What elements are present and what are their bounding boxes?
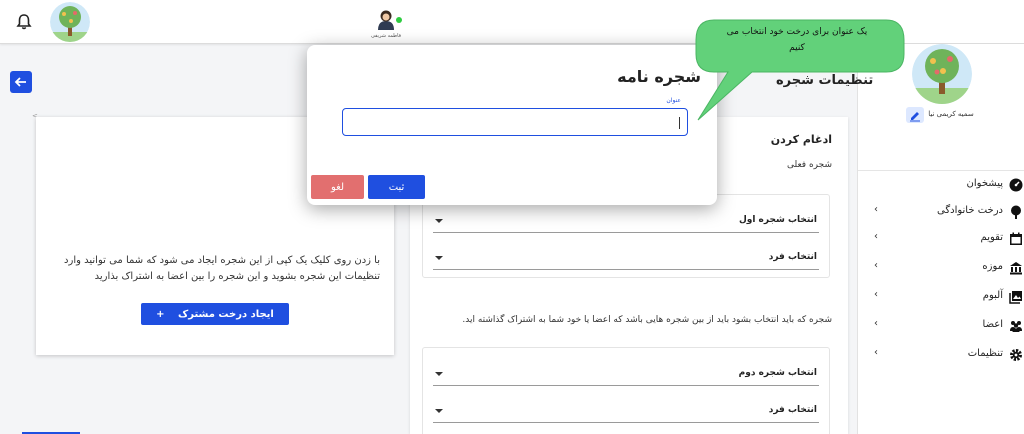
back-button[interactable] [10,71,32,93]
person-select-2[interactable]: انتخاب فرد [433,401,819,423]
chevron-right-icon: › [874,318,878,329]
second-tree-box: انتخاب شجره دوم انتخاب فرد [422,347,830,434]
current-tree-label: شجره فعلی [786,160,832,170]
hint-text: یک عنوان برای درخت خود انتخاب می کنیم [726,27,868,53]
museum-icon [1009,260,1023,275]
sidebar-item-settings[interactable]: تنظیمات › [858,344,1024,366]
person-select-1[interactable]: انتخاب فرد [433,248,819,270]
hint-bubble: یک عنوان برای درخت خود انتخاب می کنیم [690,14,908,124]
online-status-dot [396,17,402,23]
title-input[interactable] [342,108,688,136]
dashboard-icon [1009,177,1023,192]
sidebar-item-label: درخت خانوادگی [937,205,1003,216]
cancel-button[interactable]: لغو [311,175,364,199]
gear-icon [1009,347,1023,361]
title-field-label: عنوان [666,97,681,104]
family-tree-dialog: شجره نامه عنوان ثبت لغو [307,45,717,205]
shared-tree-description: با زدن روی کلیک یک کپی از این شجره ایجاد… [64,255,380,282]
sidebar-item-label: موزه [982,261,1003,272]
chevron-right-icon: › [874,260,878,271]
chevron-right-icon: › [874,204,878,215]
text-cursor [679,117,680,129]
chevron-right-icon: › [874,231,878,242]
sidebar-item-label: آلبوم [982,290,1003,301]
calendar-icon [1009,231,1023,245]
sidebar-divider [858,170,1024,171]
sidebar-item-dashboard[interactable]: پیشخوان [858,174,1024,196]
avatar [375,8,402,30]
bell-icon[interactable] [14,12,34,32]
create-shared-tree-label: ایجاد درخت مشترک [178,308,274,320]
plus-icon: + [156,308,165,320]
second-tree-select[interactable]: انتخاب شجره دوم [433,364,819,386]
dropdown-arrow-icon [435,409,443,413]
select-value: انتخاب شجره دوم [738,368,817,378]
dropdown-arrow-icon [435,256,443,260]
chevron-right-icon: › [874,289,878,300]
select-value: انتخاب فرد [768,252,817,262]
dropdown-arrow-icon [435,372,443,376]
members-icon [1009,318,1023,332]
family-tree-logo-icon[interactable] [50,2,90,42]
sidebar-item-family-tree[interactable]: درخت خانوادگی › [858,201,1024,223]
sidebar-item-members[interactable]: اعضا › [858,315,1024,337]
dialog-title: شجره نامه [617,67,701,86]
submit-button[interactable]: ثبت [368,175,425,199]
sidebar-item-label: تنظیمات [967,348,1003,359]
tree-icon [1009,204,1023,219]
chevron-right-icon: › [874,347,878,358]
sidebar-item-calendar[interactable]: تقویم › [858,228,1024,250]
sidebar-item-label: اعضا [982,319,1003,330]
first-tree-box: انتخاب شجره اول انتخاب فرد [422,194,830,278]
merge-title: ادغام کردن [770,133,832,146]
merge-note: شجره که باید انتخاب بشود باید از بین شجر… [462,315,832,325]
sidebar-item-album[interactable]: آلبوم › [858,286,1024,308]
sidebar-item-label: تقویم [980,232,1003,243]
dropdown-arrow-icon [435,219,443,223]
profile-tree-avatar [912,44,972,104]
profile-name: سمیه کریمی نیا [928,110,974,118]
sidebar-item-museum[interactable]: موزه › [858,257,1024,279]
current-user[interactable]: فاطمه شریفی [368,8,404,39]
create-shared-tree-button[interactable]: ایجاد درخت مشترک + [141,303,289,325]
select-value: انتخاب فرد [768,405,817,415]
sidebar-item-label: پیشخوان [966,178,1003,189]
first-tree-select[interactable]: انتخاب شجره اول [433,211,819,233]
current-user-name: فاطمه شریفی [370,33,402,39]
arrow-left-icon [14,77,26,87]
select-value: انتخاب شجره اول [738,215,817,225]
album-icon [1009,289,1023,304]
